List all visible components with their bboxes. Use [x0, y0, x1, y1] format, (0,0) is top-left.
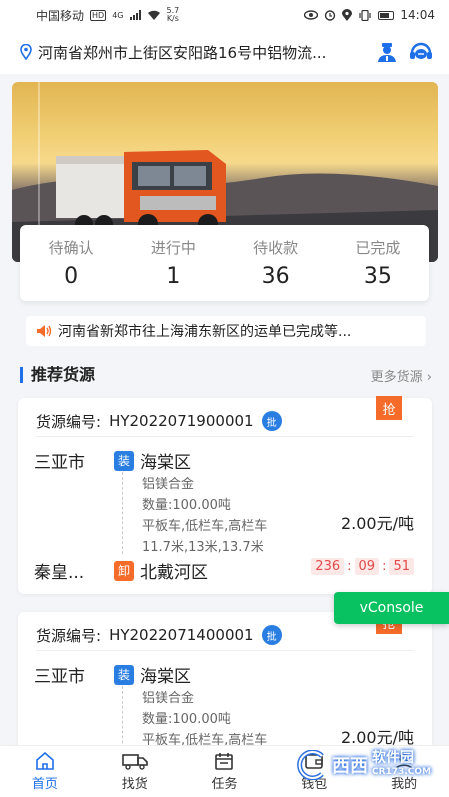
- load-area: 海棠区: [140, 667, 191, 687]
- stat-label: 待收款: [253, 239, 299, 257]
- carrier-name: 中国移动: [36, 8, 85, 23]
- tab-label: 任务: [211, 776, 238, 792]
- status-left: 中国移动 HD 4G 5.7 K/s: [36, 7, 179, 24]
- stat-pending-payment[interactable]: 待收款 36: [225, 225, 327, 301]
- driver-icon: [378, 43, 396, 62]
- freight-price: 2.00元/吨: [340, 514, 414, 533]
- tab-label: 找货: [121, 776, 148, 792]
- goods-quantity: 数量:100.00吨: [142, 498, 231, 513]
- countdown-timer: 236: 09: 51: [311, 558, 414, 575]
- site-watermark: 西西 软件园 CR173.COM: [294, 749, 431, 781]
- timer-minutes: 09: [354, 558, 380, 575]
- cargo-id-label: 货源编号:: [36, 626, 102, 645]
- headset-icon: [410, 42, 432, 59]
- divider: [36, 650, 414, 651]
- clock: 14:04: [400, 8, 435, 22]
- more-cargo-label: 更多货源: [370, 369, 423, 385]
- home-icon: [36, 751, 54, 770]
- watermark-site: 软件园: [372, 750, 415, 766]
- notice-bar[interactable]: 河南省新郑市往上海浦东新区的运单已完成等...: [26, 316, 426, 346]
- location-icon: [342, 9, 353, 21]
- location-bar[interactable]: 河南省郑州市上街区安阳路16号中铝物流...: [0, 30, 449, 74]
- hd-badge: HD: [90, 9, 107, 21]
- tab-label: 首页: [31, 776, 58, 792]
- stat-pending-confirm[interactable]: 待确认 0: [20, 225, 122, 301]
- speaker-icon: [37, 325, 52, 337]
- recommend-section-header: 推荐货源 更多货源 ›: [20, 364, 432, 386]
- unload-point: 卸 北戴河区: [114, 558, 208, 583]
- watermark-text: 软件园 CR173.COM: [372, 751, 431, 779]
- goods-name: 铝镁合金: [142, 691, 195, 706]
- cargo-id-label: 货源编号:: [36, 412, 102, 431]
- vehicle-types: 平板车,低栏车,高栏车: [142, 519, 268, 534]
- status-bar: 中国移动 HD 4G 5.7 K/s 14:04: [0, 0, 449, 30]
- divider: [36, 436, 414, 437]
- load-point: 装 海棠区: [114, 448, 191, 473]
- stat-value: 36: [261, 264, 290, 289]
- order-stats-card: 待确认 0 进行中 1 待收款 36 已完成 35: [20, 225, 429, 301]
- tab-home[interactable]: 首页: [0, 746, 90, 797]
- vehicle-lengths: 11.7米,13米,13.7米: [142, 540, 264, 555]
- chevron-right-icon: ›: [426, 369, 432, 385]
- watermark-logo-icon: [297, 750, 324, 780]
- section-title: 推荐货源: [20, 367, 95, 383]
- cargo-card[interactable]: 抢 货源编号: HY2022071900001 批 三亚市 装 海棠区 铝镁合金…: [18, 396, 432, 594]
- more-cargo-link[interactable]: 更多货源 ›: [371, 366, 432, 385]
- cargo-details: 铝镁合金 数量:100.00吨 平板车,低栏车,高栏车 11.7米,13米,13…: [142, 474, 267, 558]
- current-address[interactable]: 河南省郑州市上街区安阳路16号中铝物流...: [38, 42, 367, 63]
- calendar-icon: [215, 752, 234, 770]
- stat-value: 0: [64, 264, 79, 289]
- stat-value: 35: [363, 264, 392, 289]
- batch-badge: 批: [261, 625, 282, 645]
- watermark-brand: 西西: [332, 756, 369, 777]
- truck-icon: [121, 753, 148, 770]
- tab-find-cargo[interactable]: 找货: [90, 746, 180, 797]
- wifi-icon: [147, 10, 160, 20]
- customer-service-button[interactable]: [407, 38, 435, 66]
- cargo-card-header: 货源编号: HY2022071900001 批: [36, 408, 414, 434]
- stat-label: 待确认: [48, 239, 94, 257]
- battery-icon: [378, 10, 395, 20]
- timer-hours: 236: [311, 558, 345, 575]
- load-point: 装 海棠区: [114, 662, 191, 687]
- app-page: 中国移动 HD 4G 5.7 K/s 14:04 河南省郑州市上街区安阳路16号中…: [0, 0, 449, 797]
- net-speed-unit: K/s: [166, 14, 179, 23]
- route-line: [122, 472, 123, 554]
- timer-seconds: 51: [389, 558, 414, 575]
- cargo-id: HY2022071400001: [109, 626, 254, 644]
- goods-name: 铝镁合金: [142, 477, 195, 492]
- destination-city: 秦皇...: [34, 563, 85, 583]
- stat-completed[interactable]: 已完成 35: [327, 225, 429, 301]
- eye-icon: [304, 10, 319, 20]
- net-speed: 5.7 K/s: [167, 7, 180, 23]
- unload-tag: 卸: [114, 560, 134, 581]
- cargo-details: 铝镁合金 数量:100.00吨 平板车,低栏车,高栏车: [142, 688, 267, 751]
- status-right: 14:04: [304, 8, 435, 22]
- load-tag: 装: [114, 664, 134, 685]
- batch-badge: 批: [261, 411, 282, 431]
- stat-in-progress[interactable]: 进行中 1: [122, 225, 224, 301]
- alarm-icon: [325, 10, 336, 21]
- goods-quantity: 数量:100.00吨: [142, 712, 231, 727]
- unload-area: 北戴河区: [140, 563, 208, 583]
- stat-label: 已完成: [355, 239, 401, 257]
- watermark-domain: CR173.COM: [372, 767, 431, 777]
- stat-label: 进行中: [150, 239, 196, 257]
- origin-city: 三亚市: [34, 453, 85, 473]
- network-type: 4G: [112, 10, 124, 20]
- vibrate-icon: [359, 9, 372, 21]
- driver-profile-button[interactable]: [373, 38, 401, 66]
- origin-city: 三亚市: [34, 667, 85, 687]
- cargo-id: HY2022071900001: [109, 412, 254, 430]
- notice-text: 河南省新郑市往上海浦东新区的运单已完成等...: [58, 324, 352, 340]
- load-area: 海棠区: [140, 453, 191, 473]
- stat-value: 1: [166, 264, 181, 289]
- load-tag: 装: [114, 450, 134, 471]
- pin-icon: [20, 44, 32, 60]
- signal-icon: [129, 10, 141, 20]
- cargo-card-header: 货源编号: HY2022071400001 批: [36, 622, 414, 648]
- vconsole-button[interactable]: vConsole: [334, 592, 449, 624]
- tab-tasks[interactable]: 任务: [180, 746, 270, 797]
